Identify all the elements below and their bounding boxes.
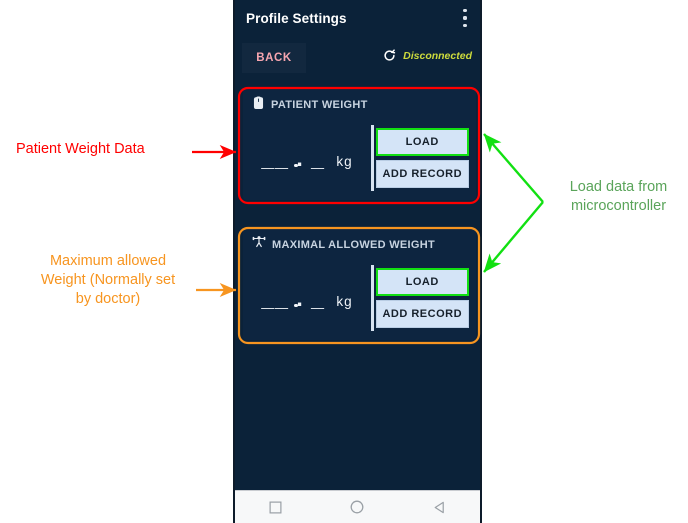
maximal-allowed-weight-value-wrap: __ . _ kg (243, 285, 371, 312)
patient-weight-buttons: LOAD ADD RECORD (375, 128, 477, 188)
refresh-icon[interactable] (382, 48, 397, 63)
app-bar: Profile Settings (235, 0, 480, 36)
patient-weight-card: PATIENT WEIGHT __ . _ kg LOAD ADD RECORD (243, 88, 476, 200)
maximal-allowed-weight-add-record-label: ADD RECORD (382, 308, 463, 320)
patient-weight-add-record-button[interactable]: ADD RECORD (375, 160, 469, 188)
load-data-arrow-upper (483, 133, 544, 203)
connection-status[interactable]: Disconnected (382, 48, 472, 63)
patient-weight-card-header: PATIENT WEIGHT (252, 95, 368, 115)
patient-weight-annotation-text: Patient Weight Data (16, 141, 145, 157)
square-recents-icon[interactable] (269, 501, 282, 514)
patient-weight-card-title: PATIENT WEIGHT (271, 99, 368, 111)
maximal-allowed-weight-card: MAXIMAL ALLOWED WEIGHT __ . _ kg LOAD AD… (243, 228, 476, 340)
maximal-allowed-weight-card-title: MAXIMAL ALLOWED WEIGHT (272, 238, 436, 251)
weightlifter-icon (252, 235, 266, 254)
maximal-allowed-weight-value-text: __ . _ (261, 284, 325, 311)
maximum-allowed-weight-annotation-line2: Weight (Normally set (40, 272, 176, 288)
triangle-back-icon[interactable] (433, 501, 446, 514)
patient-weight-card-body: __ . _ kg LOAD ADD RECORD (243, 116, 476, 200)
back-button-label: BACK (256, 52, 292, 64)
load-data-annotation-line2: microcontroller (570, 198, 667, 214)
connection-status-label: Disconnected (403, 49, 472, 62)
phone-screen: Profile Settings BACK Disconnected PATIE… (233, 0, 482, 523)
back-button[interactable]: BACK (242, 43, 306, 73)
maximum-allowed-weight-annotation-line1: Maximum allowed (49, 253, 167, 269)
kebab-menu-icon[interactable] (463, 9, 467, 27)
maximal-allowed-weight-value: __ . _ kg (261, 285, 352, 312)
page-title: Profile Settings (246, 10, 347, 26)
maximal-allowed-weight-load-button[interactable]: LOAD (375, 268, 469, 296)
patient-weight-unit: kg (336, 153, 353, 169)
patient-weight-annotation: Patient Weight Data (16, 140, 206, 159)
maximum-allowed-weight-annotation: Maximum allowed Weight (Normally set by … (12, 252, 204, 309)
load-data-arrow-lower (483, 201, 544, 273)
maximal-allowed-weight-unit: kg (336, 293, 353, 309)
weighing-scale-icon (252, 95, 265, 115)
patient-weight-value-text: __ . _ (261, 144, 325, 171)
patient-weight-add-record-label: ADD RECORD (382, 168, 463, 180)
decimal-dot (294, 303, 298, 308)
screenshot-canvas: Profile Settings BACK Disconnected PATIE… (0, 0, 688, 523)
load-data-annotation-line1: Load data from (569, 179, 668, 195)
sub-bar: BACK Disconnected (235, 36, 480, 82)
patient-weight-load-button[interactable]: LOAD (375, 128, 469, 156)
maximum-allowed-weight-annotation-line3: by doctor) (75, 291, 141, 307)
decimal-dot (294, 163, 298, 168)
patient-weight-load-label: LOAD (405, 136, 439, 148)
patient-weight-divider (371, 125, 374, 191)
maximal-allowed-weight-card-body: __ . _ kg LOAD ADD RECORD (243, 256, 476, 340)
maximal-allowed-weight-divider (371, 265, 374, 331)
circle-home-icon[interactable] (350, 500, 364, 514)
android-nav-bar (235, 490, 480, 523)
load-data-annotation: Load data from microcontroller (551, 178, 686, 216)
patient-weight-value: __ . _ kg (261, 145, 352, 172)
maximal-allowed-weight-load-label: LOAD (405, 276, 439, 288)
patient-weight-value-wrap: __ . _ kg (243, 145, 371, 172)
maximal-allowed-weight-card-header: MAXIMAL ALLOWED WEIGHT (252, 235, 435, 254)
maximal-allowed-weight-add-record-button[interactable]: ADD RECORD (375, 300, 469, 328)
maximal-allowed-weight-buttons: LOAD ADD RECORD (375, 268, 477, 328)
